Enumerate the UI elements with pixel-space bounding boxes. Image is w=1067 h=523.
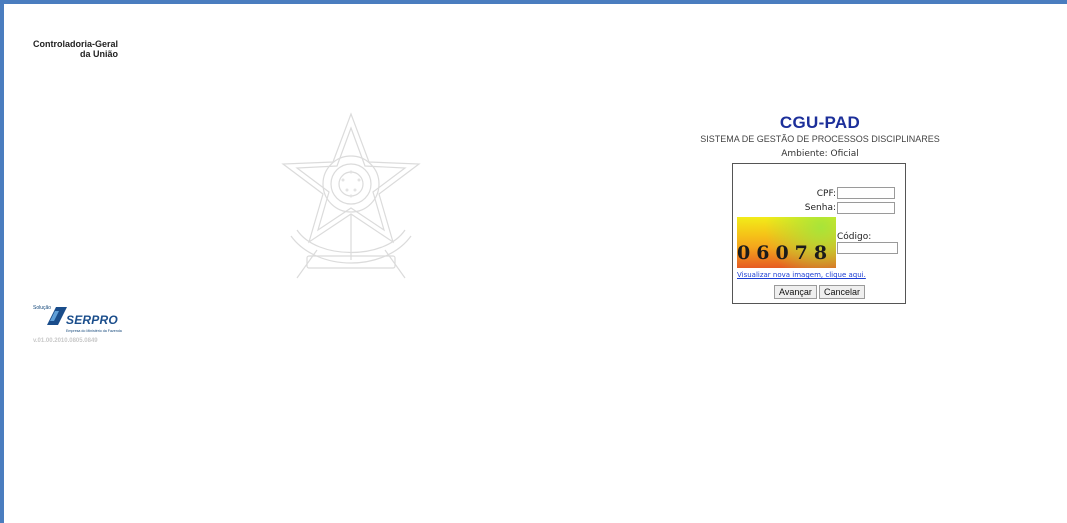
serpro-name: SERPRO	[66, 313, 118, 327]
submit-button[interactable]: Avançar	[774, 285, 817, 299]
window-left-border	[0, 0, 4, 523]
captcha-image: 06078	[737, 217, 836, 268]
captcha-text: 06078	[737, 242, 834, 264]
cpf-label: CPF:	[816, 189, 836, 199]
serpro-logo: Solução SERPRO Empresa do Ministério da …	[33, 305, 133, 335]
serpro-icon	[47, 307, 67, 325]
app-header: CGU-PAD SISTEMA DE GESTÃO DE PROCESSOS D…	[690, 113, 950, 159]
code-input[interactable]	[837, 242, 898, 254]
cpf-input[interactable]	[837, 187, 895, 199]
app-title: CGU-PAD	[779, 113, 861, 132]
window-top-border	[0, 0, 1067, 4]
serpro-tagline: Empresa do Ministério da Fazenda	[66, 329, 122, 333]
environment-label: Ambiente: Oficial	[781, 149, 859, 159]
login-form: CPF: Senha: 06078 Código: Visualizar nov…	[732, 163, 906, 304]
coat-of-arms-icon	[281, 112, 421, 279]
cancel-button[interactable]: Cancelar	[819, 285, 866, 299]
code-label: Código:	[837, 232, 872, 242]
organization-line2: da União	[79, 49, 118, 59]
version-label: v.01.00.2010.0805.0849	[33, 338, 98, 344]
password-input[interactable]	[837, 202, 895, 214]
organization-line1: Controladoria-Geral	[33, 39, 119, 49]
app-subtitle: SISTEMA DE GESTÃO DE PROCESSOS DISCIPLIN…	[700, 134, 940, 144]
organization-logo: Controladoria-Geral da União	[33, 39, 118, 59]
password-label: Senha:	[804, 203, 836, 213]
refresh-captcha-link[interactable]: Visualizar nova imagem, clique aqui.	[737, 271, 866, 279]
